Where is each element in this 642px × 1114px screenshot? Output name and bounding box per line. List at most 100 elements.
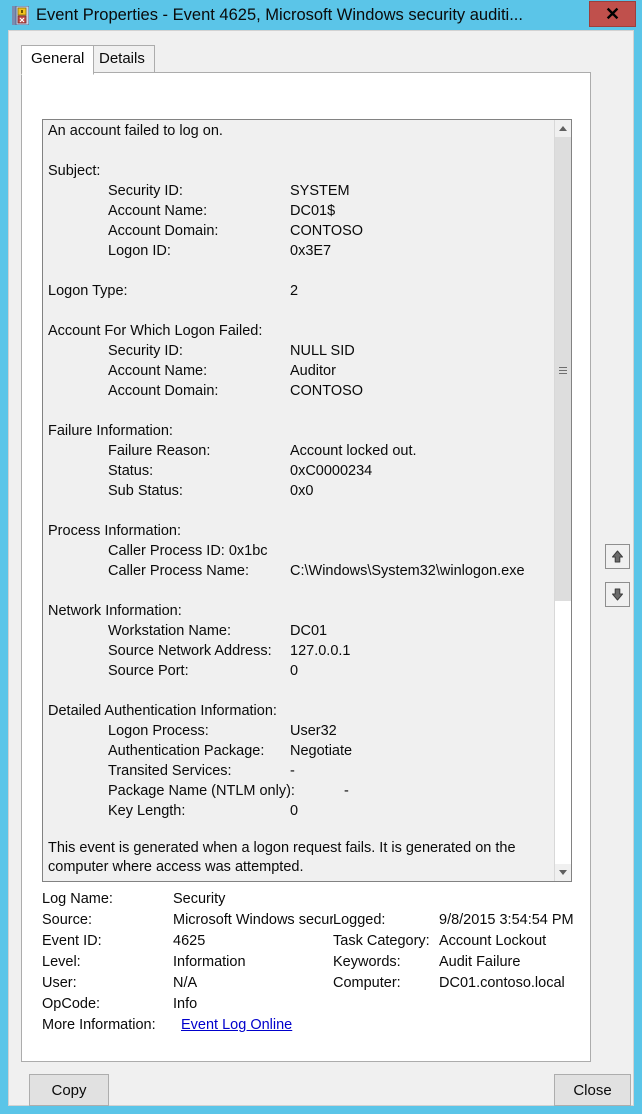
- spacer: [48, 303, 543, 323]
- field-label: Package Name (NTLM only):: [108, 783, 295, 799]
- field-value: 127.0.0.1: [290, 643, 350, 659]
- field-label: Logon ID:: [108, 243, 171, 259]
- field-label: Key Length:: [108, 803, 185, 819]
- scroll-up-button[interactable]: [555, 120, 571, 137]
- tab-general[interactable]: General: [21, 45, 94, 75]
- metadata-value: Audit Failure: [439, 954, 520, 970]
- section-account-failed-title: Account For Which Logon Failed:: [48, 323, 262, 339]
- field-row: Security ID: NULL SID: [48, 343, 543, 363]
- field-row: Transited Services: -: [48, 763, 543, 783]
- field-value: -: [290, 763, 295, 779]
- section-subject-title: Subject:: [48, 163, 100, 179]
- metadata-value: N/A: [173, 975, 333, 991]
- next-event-button[interactable]: [605, 582, 630, 607]
- field-value: Negotiate: [290, 743, 352, 759]
- metadata-label: Keywords:: [333, 954, 401, 970]
- title-bar: Event Properties - Event 4625, Microsoft…: [0, 0, 642, 30]
- field-row: Account Name: Auditor: [48, 363, 543, 383]
- event-description-footer: This event is generated when a logon req…: [48, 839, 543, 877]
- metadata-value: DC01.contoso.local: [439, 975, 565, 991]
- tab-details[interactable]: Details: [89, 45, 155, 73]
- field-label: Security ID:: [108, 183, 183, 199]
- field-value: NULL SID: [290, 343, 355, 359]
- field-row: Failure Reason: Account locked out.: [48, 443, 543, 463]
- previous-event-button[interactable]: [605, 544, 630, 569]
- spacer: [48, 143, 543, 163]
- scroll-down-icon: [559, 870, 567, 875]
- field-label: Failure Reason:: [108, 443, 210, 459]
- field-row: Status: 0xC0000234: [48, 463, 543, 483]
- metadata-value: Microsoft Windows security auditing.: [173, 912, 333, 928]
- field-row: Account Domain: CONTOSO: [48, 383, 543, 403]
- field-label: Source Network Address:: [108, 643, 272, 659]
- metadata-label: Logged:: [333, 912, 385, 928]
- field-value: C:\Windows\System32\winlogon.exe: [290, 563, 525, 579]
- metadata-label: Level:: [42, 954, 81, 970]
- scroll-up-icon: [559, 126, 567, 131]
- field-label: Workstation Name:: [108, 623, 231, 639]
- general-tab-page: An account failed to log on. Subject: Se…: [21, 72, 591, 1062]
- field-label: Caller Process Name:: [108, 563, 249, 579]
- section-detailed-auth-title: Detailed Authentication Information:: [48, 703, 277, 719]
- metadata-label: OpCode:: [42, 996, 100, 1012]
- field-label: Source Port:: [108, 663, 189, 679]
- field-label: Sub Status:: [108, 483, 183, 499]
- spacer: [48, 403, 543, 423]
- metadata-row: Event ID: 4625 Task Category: Account Lo…: [42, 933, 572, 954]
- arrow-up-icon: [610, 549, 625, 564]
- event-headline: An account failed to log on.: [48, 123, 223, 139]
- field-value: Auditor: [290, 363, 336, 379]
- metadata-value: Information: [173, 954, 333, 970]
- event-viewer-icon: [12, 6, 29, 25]
- field-label: Caller Process ID: 0x1bc: [108, 543, 268, 559]
- metadata-row: Log Name: Security: [42, 891, 572, 912]
- metadata-row: Level: Information Keywords: Audit Failu…: [42, 954, 572, 975]
- field-value: Account locked out.: [290, 443, 417, 459]
- field-value: 0: [290, 663, 298, 679]
- field-row: Sub Status: 0x0: [48, 483, 543, 503]
- field-label: Security ID:: [108, 343, 183, 359]
- field-row: Logon ID: 0x3E7: [48, 243, 543, 263]
- field-value: 0: [290, 803, 298, 819]
- metadata-label: Source:: [42, 912, 92, 928]
- copy-button[interactable]: Copy: [29, 1074, 109, 1106]
- field-value: User32: [290, 723, 337, 739]
- scrollbar-track[interactable]: [555, 601, 571, 864]
- more-information-label: More Information:: [42, 1017, 156, 1033]
- field-label: Account Name:: [108, 203, 207, 219]
- field-value: 0x3E7: [290, 243, 331, 259]
- metadata-value: 4625: [173, 933, 333, 949]
- field-value: 0x0: [290, 483, 313, 499]
- field-label: Account Domain:: [108, 383, 218, 399]
- section-logon-type-title: Logon Type:: [48, 283, 128, 299]
- scrollbar-grip-icon: [559, 367, 567, 374]
- dialog-client-area: General Details An account failed to log…: [8, 30, 634, 1106]
- close-button[interactable]: Close: [554, 1074, 631, 1106]
- field-label: Account Name:: [108, 363, 207, 379]
- section-title-row: Detailed Authentication Information:: [48, 703, 543, 723]
- tab-details-label: Details: [99, 50, 145, 67]
- field-row: Account Domain: CONTOSO: [48, 223, 543, 243]
- field-row: Logon Type: 2: [48, 283, 543, 303]
- section-title-row: Failure Information:: [48, 423, 543, 443]
- event-description-box: An account failed to log on. Subject: Se…: [42, 119, 572, 882]
- metadata-value: Security: [173, 891, 333, 907]
- scroll-down-button[interactable]: [555, 864, 571, 881]
- metadata-label: Log Name:: [42, 891, 113, 907]
- section-title-row: Process Information:: [48, 523, 543, 543]
- event-description-scrollbar[interactable]: [554, 120, 571, 881]
- logon-type-value: 2: [290, 283, 298, 299]
- field-row: Caller Process ID: 0x1bc: [48, 543, 543, 563]
- event-properties-window: Event Properties - Event 4625, Microsoft…: [0, 0, 642, 1114]
- window-close-button[interactable]: ✕: [589, 1, 636, 27]
- spacer: [48, 683, 543, 703]
- scrollbar-thumb[interactable]: [555, 137, 571, 601]
- event-log-online-link[interactable]: Event Log Online: [181, 1017, 292, 1033]
- section-network-info-title: Network Information:: [48, 603, 182, 619]
- metadata-label: User:: [42, 975, 77, 991]
- field-row: Source Port: 0: [48, 663, 543, 683]
- spacer: [48, 503, 543, 523]
- field-value: 0xC0000234: [290, 463, 372, 479]
- metadata-label: Event ID:: [42, 933, 102, 949]
- field-label: Logon Process:: [108, 723, 209, 739]
